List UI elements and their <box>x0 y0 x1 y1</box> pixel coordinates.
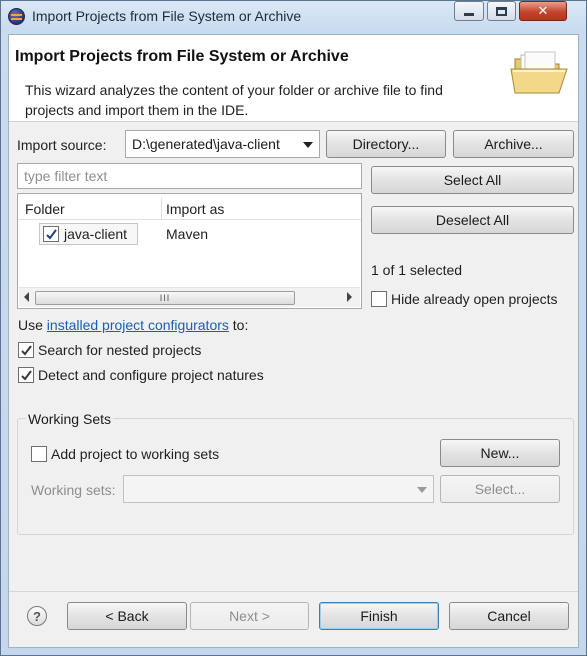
minimize-button[interactable] <box>454 1 484 21</box>
horizontal-scrollbar[interactable]: III <box>19 287 360 307</box>
close-icon: ✕ <box>537 3 549 18</box>
checkmark-icon <box>20 344 32 356</box>
dropdown-arrow-icon <box>303 142 313 148</box>
next-button[interactable]: Next > <box>190 602 309 630</box>
hide-open-label: Hide already open projects <box>391 291 558 307</box>
dialog-body: Import Projects from File System or Arch… <box>8 34 579 648</box>
configurators-suffix: to: <box>232 317 249 333</box>
column-divider <box>161 198 162 220</box>
archive-button[interactable]: Archive... <box>453 130 574 158</box>
configurators-prefix: Use <box>18 317 43 333</box>
checkmark-icon <box>20 369 32 381</box>
selection-count: 1 of 1 selected <box>371 262 463 278</box>
footer-divider <box>9 591 578 592</box>
scroll-grip-icon: III <box>159 293 171 303</box>
filter-placeholder: type filter text <box>24 168 108 184</box>
import-source-combo[interactable]: D:\generated\java-client <box>125 130 320 158</box>
help-icon[interactable]: ? <box>27 606 47 626</box>
add-to-working-sets-label: Add project to working sets <box>51 446 220 462</box>
column-header-folder[interactable]: Folder <box>25 201 65 217</box>
deselect-all-button[interactable]: Deselect All <box>371 206 574 234</box>
table-header: Folder Import as <box>18 198 361 220</box>
title-bar: Import Projects from File System or Arch… <box>0 0 587 34</box>
nested-projects-label: Search for nested projects <box>38 342 202 358</box>
open-folder-icon <box>510 51 568 94</box>
back-button[interactable]: < Back <box>67 602 187 630</box>
window-title: Import Projects from File System or Arch… <box>32 8 302 24</box>
nested-projects-checkbox[interactable] <box>18 342 34 358</box>
projects-table: Folder Import as java-client Maven III <box>17 193 362 309</box>
row-folder-name: java-client <box>64 226 128 242</box>
select-all-button[interactable]: Select All <box>371 166 574 194</box>
detect-natures-label: Detect and configure project natures <box>38 367 264 383</box>
cancel-button[interactable]: Cancel <box>449 602 569 630</box>
configurators-link[interactable]: installed project configurators <box>47 317 229 333</box>
working-sets-combo[interactable] <box>123 475 434 503</box>
scroll-right-icon[interactable] <box>347 292 352 302</box>
maximize-button[interactable] <box>487 1 516 21</box>
scrollbar-thumb[interactable]: III <box>35 291 295 305</box>
minimize-icon <box>464 12 474 16</box>
page-description: This wizard analyzes the content of your… <box>25 82 443 118</box>
row-import-as: Maven <box>166 226 209 242</box>
finish-button[interactable]: Finish <box>319 602 439 630</box>
detect-natures-checkbox[interactable] <box>18 367 34 383</box>
working-sets-title: Working Sets <box>26 411 113 427</box>
configurators-line: Use installed project configurators to: <box>18 317 248 333</box>
page-title: Import Projects from File System or Arch… <box>15 48 349 65</box>
checkmark-icon <box>45 228 57 240</box>
hide-open-checkbox[interactable] <box>371 291 387 307</box>
import-source-value: D:\generated\java-client <box>132 136 280 152</box>
import-source-label: Import source: <box>17 137 107 153</box>
eclipse-icon <box>8 8 25 25</box>
maximize-icon <box>496 6 507 16</box>
directory-button[interactable]: Directory... <box>326 130 446 158</box>
add-to-working-sets-checkbox[interactable] <box>31 446 47 462</box>
filter-input[interactable]: type filter text <box>17 163 362 189</box>
new-working-set-button[interactable]: New... <box>440 439 560 467</box>
select-working-sets-button[interactable]: Select... <box>440 475 560 503</box>
working-sets-label: Working sets: <box>31 482 116 498</box>
wizard-header: Import Projects from File System or Arch… <box>9 35 578 122</box>
column-header-import-as[interactable]: Import as <box>166 201 224 217</box>
close-button[interactable]: ✕ <box>519 1 567 21</box>
dropdown-arrow-icon <box>417 487 427 493</box>
row-checkbox[interactable] <box>43 226 59 242</box>
scroll-left-icon[interactable] <box>24 292 29 302</box>
